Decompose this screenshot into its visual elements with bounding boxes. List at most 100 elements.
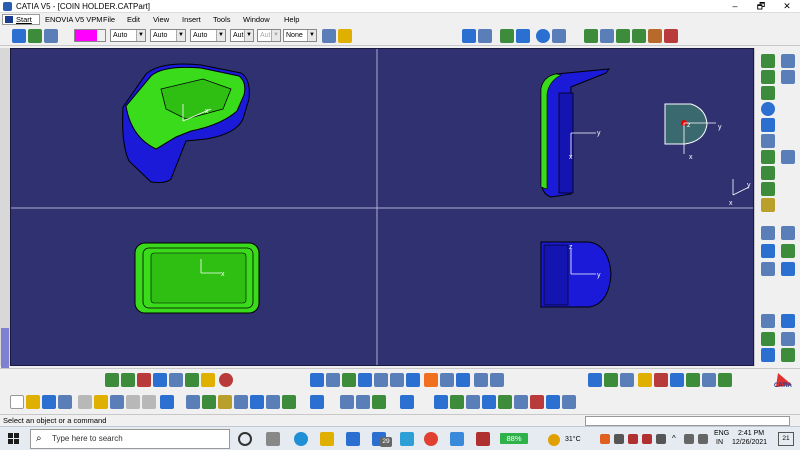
clock-time[interactable]: 2:41 PM xyxy=(738,429,764,438)
menu-window[interactable]: Window xyxy=(243,15,270,24)
menu-view[interactable]: View xyxy=(153,15,169,24)
properties-icon[interactable] xyxy=(44,29,58,43)
view-compass[interactable]: z y x xyxy=(664,103,722,161)
pocket-icon[interactable] xyxy=(781,70,795,84)
normal-view-icon[interactable] xyxy=(406,373,420,387)
swap-icon[interactable] xyxy=(266,395,280,409)
blend-icon[interactable] xyxy=(632,29,646,43)
menu-file[interactable]: File xyxy=(103,15,115,24)
spline-icon[interactable] xyxy=(552,29,566,43)
menu-edit[interactable]: Edit xyxy=(127,15,140,24)
new-icon[interactable] xyxy=(10,395,24,409)
knowledge-adv-icon[interactable] xyxy=(482,395,496,409)
cut-icon[interactable] xyxy=(78,395,92,409)
language-primary[interactable]: ENG xyxy=(714,429,729,438)
chrome-icon[interactable] xyxy=(424,432,438,446)
rib-icon[interactable] xyxy=(761,150,775,164)
capture-icon[interactable] xyxy=(400,395,414,409)
groove-icon[interactable] xyxy=(761,134,775,148)
measure-icon[interactable] xyxy=(761,314,775,328)
close-surface-icon[interactable] xyxy=(781,348,795,362)
point-combo[interactable]: Auto ▼ xyxy=(190,29,226,42)
formula-edit-icon[interactable] xyxy=(202,395,216,409)
boolean-icon[interactable] xyxy=(761,332,775,346)
linetype-combo[interactable]: Auto ▼ xyxy=(110,29,146,42)
minimize-button[interactable]: – xyxy=(722,0,748,13)
rotate-view-icon[interactable] xyxy=(358,373,372,387)
iso-view-icon[interactable] xyxy=(440,373,454,387)
extrude-icon[interactable] xyxy=(500,29,514,43)
line-icon[interactable] xyxy=(462,29,476,43)
cylinder-icon[interactable] xyxy=(761,118,775,132)
parameter-icon[interactable] xyxy=(234,395,248,409)
fillet-icon[interactable] xyxy=(761,166,775,180)
top-view-part[interactable]: x xyxy=(134,242,260,314)
command-input[interactable] xyxy=(585,416,790,426)
hide-show-icon[interactable] xyxy=(474,373,488,387)
zoom-in-icon[interactable] xyxy=(374,373,388,387)
camera-icon[interactable] xyxy=(562,395,576,409)
docs-icon[interactable] xyxy=(450,432,464,446)
render-icon[interactable] xyxy=(434,395,448,409)
fx-icon[interactable] xyxy=(186,395,200,409)
task-view-icon[interactable] xyxy=(266,432,280,446)
knowledge-icon[interactable] xyxy=(654,373,668,387)
rotate-icon[interactable] xyxy=(781,262,795,276)
tray-app3-icon[interactable] xyxy=(628,434,638,444)
cortana-icon[interactable] xyxy=(238,432,252,446)
anchor-icon[interactable] xyxy=(185,373,199,387)
pan-view-icon[interactable] xyxy=(342,373,356,387)
open-icon[interactable] xyxy=(26,395,40,409)
scroll-thumb[interactable] xyxy=(1,328,9,368)
measure-between-icon[interactable] xyxy=(340,395,354,409)
layers-icon[interactable] xyxy=(28,29,42,43)
plane-icon[interactable] xyxy=(478,29,492,43)
undo-icon[interactable] xyxy=(126,395,140,409)
scene-icon[interactable] xyxy=(530,395,544,409)
fit-all-icon[interactable] xyxy=(326,373,340,387)
none-combo[interactable]: None ▼ xyxy=(283,29,317,42)
temperature[interactable]: 31°C xyxy=(565,435,581,444)
design-table-icon[interactable] xyxy=(218,395,232,409)
dimension-icon[interactable] xyxy=(169,373,183,387)
mirror-icon[interactable] xyxy=(761,244,775,258)
surface-icon[interactable] xyxy=(584,29,598,43)
redo-icon[interactable] xyxy=(142,395,156,409)
sketch-icon[interactable] xyxy=(761,54,775,68)
whats-this-icon[interactable] xyxy=(160,395,174,409)
catalog-browser-icon[interactable] xyxy=(514,395,528,409)
menu-enovia[interactable]: ENOVIA V5 VPM xyxy=(45,15,103,24)
tray-app5-icon[interactable] xyxy=(656,434,666,444)
isometric-part[interactable]: x xyxy=(122,63,250,184)
color-swatch[interactable] xyxy=(74,29,106,42)
notification-badge[interactable]: 21 xyxy=(778,432,794,446)
restore-button[interactable]: 🗗 xyxy=(748,0,774,13)
check-icon[interactable] xyxy=(686,373,700,387)
sketch-plane-icon[interactable] xyxy=(781,54,795,68)
thickness-combo[interactable]: Auto ▼ xyxy=(150,29,186,42)
show-icon[interactable] xyxy=(282,395,296,409)
grid-icon[interactable] xyxy=(604,373,618,387)
draft-icon[interactable] xyxy=(761,198,775,212)
hide-icon[interactable] xyxy=(250,395,264,409)
battery-indicator[interactable]: 88% xyxy=(500,433,528,444)
weather-icon[interactable] xyxy=(548,434,560,446)
clock-date[interactable]: 12/26/2021 xyxy=(732,438,767,447)
constraint-icon[interactable] xyxy=(137,373,151,387)
close-button[interactable]: ✕ xyxy=(774,0,800,13)
pad-icon[interactable] xyxy=(761,70,775,84)
split-icon[interactable] xyxy=(781,332,795,346)
store-icon[interactable] xyxy=(346,432,360,446)
start-menu-button[interactable]: Start xyxy=(2,14,40,25)
snap-icon[interactable] xyxy=(153,373,167,387)
fill-icon[interactable] xyxy=(616,29,630,43)
measure-item-icon[interactable] xyxy=(356,395,370,409)
edge-icon[interactable] xyxy=(294,432,308,446)
transparency-combo[interactable]: Aut ▼ xyxy=(257,29,281,42)
save-icon[interactable] xyxy=(42,395,56,409)
tray-app-icon[interactable] xyxy=(600,434,610,444)
brush-icon[interactable] xyxy=(338,29,352,43)
volume-icon[interactable] xyxy=(698,434,708,444)
trim-icon[interactable] xyxy=(664,29,678,43)
multi-view-icon[interactable] xyxy=(424,373,438,387)
